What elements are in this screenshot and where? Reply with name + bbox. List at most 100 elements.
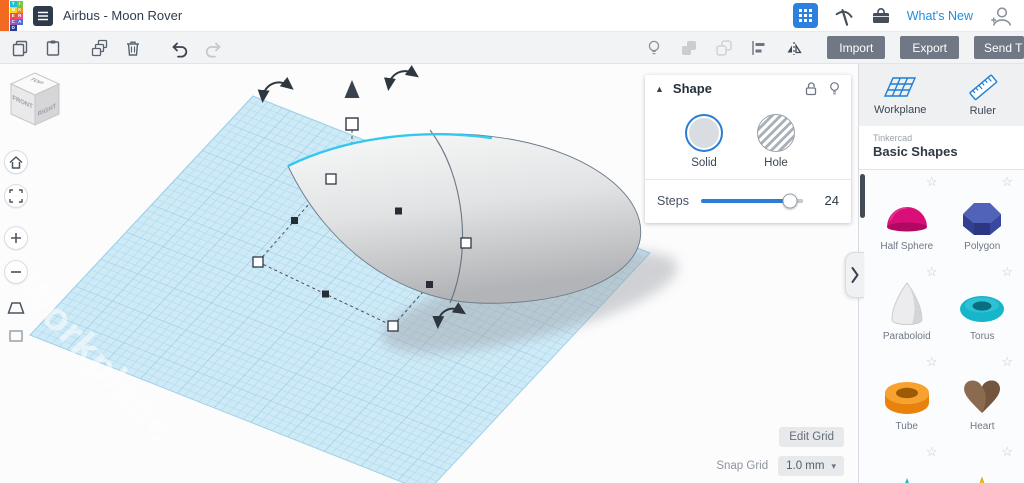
perspective-icon bbox=[7, 302, 25, 314]
shape-tile-label: Heart bbox=[970, 421, 995, 432]
design-menu-icon[interactable] bbox=[33, 5, 53, 26]
solid-swatch bbox=[685, 114, 723, 152]
scrollbar-thumb[interactable] bbox=[860, 174, 865, 218]
main-area: Workplane TOP FRONT RIGHT ▲ Shape Solid … bbox=[0, 64, 1024, 483]
group-icon bbox=[682, 40, 697, 55]
favorite-star-icon[interactable]: ☆ bbox=[926, 264, 938, 280]
polygon-icon bbox=[963, 203, 1002, 235]
edit-grid-button[interactable]: Edit Grid bbox=[779, 427, 844, 447]
shape-tile-label: Paraboloid bbox=[882, 331, 931, 342]
tinkercad-app: T I N K E R C A D Airbus - Moon Rover Wh… bbox=[0, 0, 1024, 483]
raise-handle-cone[interactable] bbox=[344, 80, 360, 98]
favorite-star-icon[interactable]: ☆ bbox=[1001, 264, 1013, 280]
shape-tile-half-sphere[interactable]: ☆ Half Sphere bbox=[873, 174, 941, 252]
favorite-star-icon[interactable]: ☆ bbox=[926, 354, 938, 370]
paste-button[interactable] bbox=[43, 38, 63, 58]
steps-label: Steps bbox=[657, 193, 689, 208]
plus-icon bbox=[11, 233, 21, 243]
fit-view-button[interactable] bbox=[4, 184, 28, 208]
profile-avatar[interactable] bbox=[988, 3, 1014, 29]
shape-tile-label: Tube bbox=[895, 421, 918, 432]
collapse-inspector-icon[interactable]: ▲ bbox=[655, 84, 664, 94]
home-view-button[interactable] bbox=[4, 150, 28, 174]
paraboloid-icon bbox=[891, 282, 923, 325]
workplane-tool-label: Workplane bbox=[874, 104, 927, 116]
solid-label: Solid bbox=[691, 157, 717, 169]
favorite-star-icon[interactable]: ☆ bbox=[926, 174, 938, 190]
star-teal-icon bbox=[904, 478, 909, 483]
favorite-star-icon[interactable]: ☆ bbox=[926, 444, 938, 460]
lightbulb-icon bbox=[649, 40, 660, 54]
heart-icon bbox=[964, 380, 1001, 413]
shape-tile-star-yellow[interactable]: ☆ bbox=[949, 444, 1017, 483]
height-handle[interactable] bbox=[345, 117, 359, 131]
lightbulb-small-icon bbox=[830, 82, 839, 95]
steps-slider[interactable] bbox=[700, 193, 803, 208]
send-to-button[interactable]: Send T bbox=[974, 36, 1024, 59]
shape-tile-torus[interactable]: ☆ Torus bbox=[949, 264, 1017, 342]
favorite-star-icon[interactable]: ☆ bbox=[1001, 354, 1013, 370]
duplicate-icon bbox=[91, 39, 108, 56]
grid-icon bbox=[798, 9, 812, 22]
shape-tile-tube[interactable]: ☆ Tube bbox=[873, 354, 941, 432]
align-button[interactable] bbox=[749, 38, 769, 58]
zoom-in-button[interactable] bbox=[4, 226, 28, 250]
copy-button[interactable] bbox=[10, 38, 30, 58]
favorite-star-icon[interactable]: ☆ bbox=[1001, 174, 1013, 190]
redo-button[interactable] bbox=[203, 38, 223, 58]
tinkercad-logo[interactable]: T I N K E R C A D bbox=[10, 0, 23, 31]
shape-tile-star-teal[interactable]: ☆ bbox=[873, 444, 941, 483]
snap-grid-row: Snap Grid 1.0 mm ▾ bbox=[716, 456, 844, 476]
person-plus-icon bbox=[991, 6, 1012, 26]
inspector-title: Shape bbox=[672, 81, 712, 96]
edit-toolbar-right: Import Export Send T bbox=[644, 36, 1024, 59]
ruler-tool-button[interactable]: Ruler bbox=[942, 64, 1024, 126]
category-kicker: Tinkercad bbox=[873, 133, 913, 143]
shape-category-dropdown[interactable]: Tinkercad Basic Shapes bbox=[859, 126, 1024, 170]
minecraft-pickaxe-button[interactable] bbox=[833, 5, 855, 27]
shape-tile-heart[interactable]: ☆ Heart bbox=[949, 354, 1017, 432]
hamburger-icon bbox=[38, 11, 48, 20]
hole-option[interactable]: Hole bbox=[757, 114, 795, 169]
delete-button[interactable] bbox=[123, 38, 143, 58]
shapes-panel: Workplane Ruler Tinkercad Basic Shapes ☆… bbox=[858, 64, 1024, 483]
perspective-view-button[interactable] bbox=[4, 298, 28, 318]
import-button[interactable]: Import bbox=[827, 36, 886, 59]
shape-tile-label: Half Sphere bbox=[880, 241, 934, 252]
shape-list[interactable]: ☆ Half Sphere ☆ Polygon ☆ Paraboloid ☆ T… bbox=[859, 170, 1024, 483]
solid-option[interactable]: Solid bbox=[685, 114, 723, 169]
steps-slider-knob[interactable] bbox=[782, 193, 798, 208]
orthographic-icon bbox=[9, 330, 23, 342]
mirror-icon bbox=[787, 41, 802, 55]
workplane-tool-button[interactable]: Workplane bbox=[859, 64, 942, 126]
hide-button[interactable] bbox=[828, 81, 841, 96]
shape-tile-polygon[interactable]: ☆ Polygon bbox=[949, 174, 1017, 252]
mirror-button[interactable] bbox=[784, 38, 804, 58]
zoom-out-button[interactable] bbox=[4, 260, 28, 284]
shape-tile-paraboloid[interactable]: ☆ Paraboloid bbox=[873, 264, 941, 342]
3d-canvas[interactable]: Workplane TOP FRONT RIGHT ▲ Shape Solid … bbox=[0, 64, 858, 483]
favorite-star-icon[interactable]: ☆ bbox=[1001, 444, 1013, 460]
undo-button[interactable] bbox=[170, 38, 190, 58]
snap-grid-label: Snap Grid bbox=[716, 460, 769, 472]
align-icon bbox=[752, 40, 765, 55]
export-button[interactable]: Export bbox=[900, 36, 959, 59]
copy-icon bbox=[12, 40, 28, 56]
group-button[interactable] bbox=[679, 38, 699, 58]
lock-button[interactable] bbox=[804, 81, 818, 96]
ungroup-button[interactable] bbox=[714, 38, 734, 58]
category-label: Basic Shapes bbox=[873, 144, 958, 159]
show-all-button[interactable] bbox=[644, 38, 664, 58]
whats-new-link[interactable]: What's New bbox=[907, 9, 973, 23]
orthographic-view-button[interactable] bbox=[4, 326, 28, 346]
caret-down-icon: ▾ bbox=[831, 460, 836, 471]
collapse-panel-tab[interactable] bbox=[845, 252, 864, 298]
ruler-tool-label: Ruler bbox=[969, 105, 996, 117]
duplicate-button[interactable] bbox=[90, 38, 110, 58]
view-cube[interactable]: TOP FRONT RIGHT bbox=[6, 70, 64, 135]
shape-tile-label: Polygon bbox=[964, 241, 1001, 252]
undo-icon bbox=[172, 42, 188, 57]
apps-grid-button[interactable] bbox=[792, 3, 818, 28]
toolbox-button[interactable] bbox=[870, 6, 892, 26]
snap-grid-dropdown[interactable]: 1.0 mm ▾ bbox=[778, 456, 844, 476]
